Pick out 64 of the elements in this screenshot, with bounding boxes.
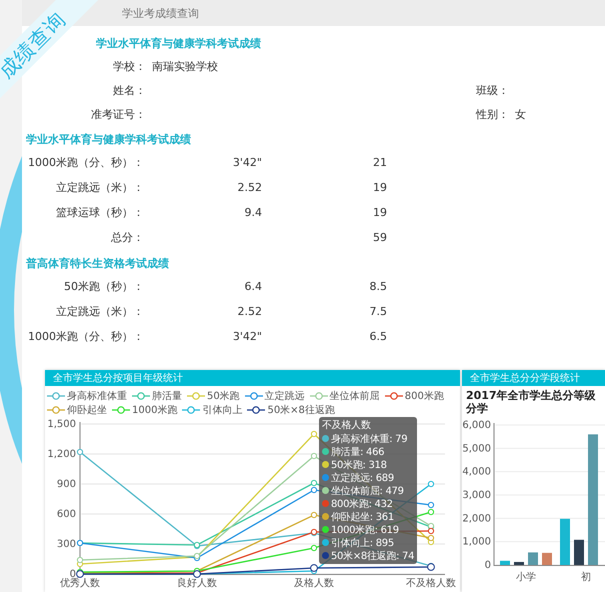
score-value: 19 [372,181,387,194]
tooltip-value: 50米×8往返跑: 74 [331,550,414,562]
chart-title: 2017年全市学生总分等级分学 [465,388,597,415]
y-tick-label: 3,000 [462,490,491,501]
section-title: 普高体育特长生资格考试成绩 [26,256,169,272]
item-label: 1000米跑（分、秒）： [27,329,144,344]
result-value: 2.52 [238,305,262,318]
tooltip-title: 不及格人数 [322,419,372,432]
y-tick-label: 5,000 [462,443,491,454]
x-tick-label: 初 [581,572,591,583]
item-label: 立定跳远（米）： [55,304,144,319]
field-label: 准考证号： [90,106,146,122]
tooltip-value: 肺活量: 466 [331,446,384,458]
badge-label: 成绩查询 [0,6,71,84]
y-tick-label: 6,000 [462,420,491,431]
x-tick-label: 优秀人数 [60,578,100,589]
tooltip-value: 引体向上: 895 [331,536,394,550]
score-value: 7.5 [368,305,387,318]
field-label: 学校： [112,58,146,74]
y-tick-label: 1,200 [47,449,76,460]
item-label: 1000米跑（分、秒）： [27,155,144,170]
y-tick-label: 2,000 [462,513,491,524]
score-value: 19 [372,206,387,219]
item-label: 50米跑（秒）： [63,279,144,294]
item-label: 总分： [110,230,144,245]
y-tick-label: 300 [56,539,76,550]
score-value: 6.5 [368,330,387,343]
tooltip-value: 立定跳远: 689 [331,472,394,484]
section-title: 学业水平体育与健康学科考试成绩 [26,132,191,148]
result-value: 2.52 [238,181,262,194]
result-value: 3'42" [232,156,262,169]
page-title: 学业考成绩查询 [122,6,199,20]
y-tick-label: 1,000 [462,536,491,548]
panel-title: 全市学生总分按项目年级统计 [53,372,183,385]
field-label: 性别： [476,106,509,122]
item-label: 篮球运球（秒）： [55,205,144,220]
item-label: 立定跳远（米）： [55,180,144,195]
tooltip-value: 仰卧起坐: 361 [331,510,394,524]
x-tick-label: 及格人数 [294,578,334,589]
result-value: 9.4 [244,206,262,219]
score-value: 8.5 [368,280,387,293]
field-value: 女 [515,106,526,122]
result-value: 3'42" [232,330,262,343]
tooltip-value: 800米跑: 432 [331,498,393,510]
x-tick-label: 不及格人数 [406,578,456,589]
x-tick-label: 小学 [516,572,536,583]
tooltip-value: 50米跑: 318 [331,458,387,472]
y-tick-label: 4,000 [462,466,491,478]
field-value: 南瑞实验学校 [152,58,218,74]
score-value: 21 [372,156,387,169]
tooltip-value: 坐位体前屈: 479 [331,484,404,498]
y-tick-label: 1,500 [47,419,76,430]
field-label: 姓名： [112,82,146,98]
y-tick-label: 900 [56,479,76,490]
x-tick-label: 良好人数 [177,578,217,589]
tooltip-value: 1000米跑: 619 [331,524,399,536]
result-value: 6.4 [244,280,262,293]
field-label: 班级： [476,82,509,98]
y-tick-label: 0 [484,560,491,571]
score-value: 59 [372,231,387,244]
y-tick-label: 600 [56,509,76,520]
report-title: 学业水平体育与健康学科考试成绩 [96,36,261,52]
panel-title: 全市学生总分分学段统计 [470,372,580,385]
tooltip-value: 身高标准体重: 79 [331,432,408,446]
